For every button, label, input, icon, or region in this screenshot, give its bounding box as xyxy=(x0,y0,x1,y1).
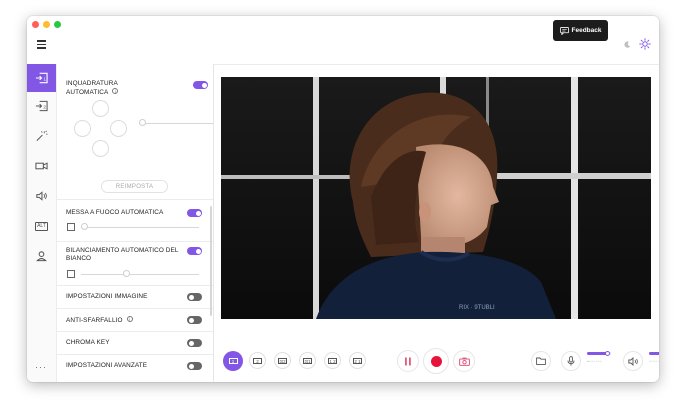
pause-button[interactable] xyxy=(397,350,419,372)
bottom-toolbar: 1 2 ⊡2 ⊡1 1 2 2 1 ▪▫▫▫▫▫▫ ▫▫▫▫▫ xyxy=(213,341,659,382)
speaker-volume-track[interactable] xyxy=(649,352,659,355)
advanced-settings-row[interactable]: IMPOSTAZIONI AVANZATE xyxy=(57,354,213,378)
reset-button[interactable]: REIMPOSTA xyxy=(101,180,168,193)
microphone-volume-fill xyxy=(587,352,607,355)
advanced-settings-toggle[interactable] xyxy=(187,362,202,370)
sidebar-item-alt[interactable]: ALT xyxy=(27,212,56,240)
source-1-icon: 1 xyxy=(35,72,48,84)
layout-2-button[interactable]: 2 xyxy=(249,352,266,369)
moon-icon[interactable] xyxy=(624,41,631,48)
sidebar-item-source-2[interactable]: 2 xyxy=(27,92,56,120)
top-bar: Feedback xyxy=(27,16,659,65)
pan-down-button[interactable] xyxy=(92,140,109,157)
sidebar-item-effects[interactable] xyxy=(27,122,56,150)
camera-icon xyxy=(35,162,48,170)
close-window-button[interactable] xyxy=(32,21,39,28)
auto-framing-label: INQUADRATURA AUTOMATICA i xyxy=(66,80,119,96)
chroma-key-label: CHROMA KEY xyxy=(66,339,110,346)
advanced-settings-label: IMPOSTAZIONI AVANZATE xyxy=(66,362,148,369)
user-icon xyxy=(36,251,47,262)
magic-wand-icon xyxy=(36,130,48,142)
focus-slider-handle[interactable] xyxy=(81,223,88,230)
anti-flicker-row[interactable]: ANTI-SFARFALLIO i xyxy=(57,308,213,332)
layout-6-button[interactable]: 2 1 xyxy=(349,352,366,369)
ellipsis-icon[interactable]: ··· xyxy=(35,362,47,372)
sidebar-item-account[interactable] xyxy=(27,242,56,270)
panel-scrollbar[interactable] xyxy=(210,206,212,316)
white-balance-label: BILANCIAMENTO AUTOMATICO DEL BIANCO xyxy=(66,247,179,262)
left-sidebar: 1 2 ALT ··· xyxy=(27,64,57,382)
sidebar-item-source-1[interactable]: 1 xyxy=(27,64,56,92)
pan-right-button[interactable] xyxy=(110,120,127,137)
camera-snapshot-icon xyxy=(458,357,470,366)
record-icon xyxy=(430,355,442,367)
chroma-key-toggle[interactable] xyxy=(187,339,202,347)
pan-up-button[interactable] xyxy=(92,100,109,117)
folder-icon xyxy=(536,357,546,365)
hamburger-icon[interactable] xyxy=(37,40,46,49)
autofocus-section: MESSA A FUOCO AUTOMATICA xyxy=(57,201,213,242)
auto-framing-toggle[interactable] xyxy=(193,81,208,89)
feedback-label: Feedback xyxy=(571,27,602,34)
layout-4-button[interactable]: ⊡1 xyxy=(299,352,316,369)
chroma-key-row[interactable]: CHROMA KEY xyxy=(57,331,213,355)
anti-flicker-label: ANTI-SFARFALLIO i xyxy=(66,316,133,325)
speaker-button[interactable] xyxy=(623,351,643,371)
focus-slider-track[interactable] xyxy=(81,227,199,228)
svg-text:1: 1 xyxy=(43,76,46,81)
snapshot-button[interactable] xyxy=(453,350,475,372)
minimize-window-button[interactable] xyxy=(43,21,50,28)
pause-icon xyxy=(405,357,411,365)
camera-settings-panel: INQUADRATURA AUTOMATICA i REIMPOSTA MESSA… xyxy=(57,64,214,382)
image-settings-toggle[interactable] xyxy=(187,293,202,301)
image-settings-row[interactable]: IMPOSTAZIONI IMMAGINE xyxy=(57,285,213,309)
record-button[interactable] xyxy=(423,348,449,374)
auto-framing-section: INQUADRATURA AUTOMATICA i REIMPOSTA xyxy=(57,64,213,200)
microphone-button[interactable] xyxy=(561,351,581,371)
window-controls xyxy=(32,21,61,28)
layout-1-button[interactable]: 1 xyxy=(223,351,243,371)
alt-badge-icon: ALT xyxy=(34,221,49,231)
focus-target-icon xyxy=(67,223,75,231)
microphone-volume-track[interactable] xyxy=(587,351,611,356)
white-balance-toggle[interactable] xyxy=(187,247,202,255)
sidebar-item-audio[interactable] xyxy=(27,182,56,210)
feedback-button[interactable]: Feedback xyxy=(553,20,608,41)
microphone-level-meter: ▪▫▫▫▫▫▫ xyxy=(587,359,603,365)
zoom-slider-track[interactable] xyxy=(139,123,213,124)
layout-3-button[interactable]: ⊡2 xyxy=(274,352,291,369)
folder-button[interactable] xyxy=(531,351,551,371)
speaker-level-meter: ▫▫▫▫▫▫▫ xyxy=(649,359,659,365)
layout-5-button[interactable]: 1 2 xyxy=(324,352,341,369)
camera-preview: RIX · 9TUBLI xyxy=(221,77,651,319)
image-settings-label: IMPOSTAZIONI IMMAGINE xyxy=(66,293,148,300)
speaker-icon xyxy=(36,191,47,201)
sun-icon[interactable] xyxy=(639,38,651,50)
microphone-volume-handle[interactable] xyxy=(605,351,610,356)
svg-text:2: 2 xyxy=(43,104,46,109)
zoom-slider-handle[interactable] xyxy=(139,119,146,126)
microphone-icon xyxy=(567,356,575,366)
shirt-print: RIX · 9TUBLI xyxy=(459,305,495,311)
white-balance-section: BILANCIAMENTO AUTOMATICO DEL BIANCO xyxy=(57,241,213,286)
maximize-window-button[interactable] xyxy=(54,21,61,28)
info-icon[interactable]: i xyxy=(112,88,119,94)
chat-bubble-icon xyxy=(559,26,569,35)
info-icon[interactable]: i xyxy=(126,316,133,322)
speaker-volume-fill xyxy=(649,352,659,355)
white-balance-slider-track[interactable] xyxy=(81,274,199,275)
camera-preview-image: RIX · 9TUBLI xyxy=(221,77,651,319)
source-2-icon: 2 xyxy=(35,100,48,112)
autofocus-toggle[interactable] xyxy=(187,209,202,217)
pan-left-button[interactable] xyxy=(74,120,91,137)
app-window: Feedback 1 2 ALT ··· INQUADRATURA AUTOMA… xyxy=(27,16,659,382)
white-balance-icon xyxy=(67,270,75,278)
autofocus-label: MESSA A FUOCO AUTOMATICA xyxy=(66,209,164,216)
white-balance-slider-handle[interactable] xyxy=(123,270,130,277)
sidebar-item-camera[interactable] xyxy=(27,152,56,180)
speaker-volume-icon xyxy=(627,356,638,366)
anti-flicker-toggle[interactable] xyxy=(187,316,202,324)
